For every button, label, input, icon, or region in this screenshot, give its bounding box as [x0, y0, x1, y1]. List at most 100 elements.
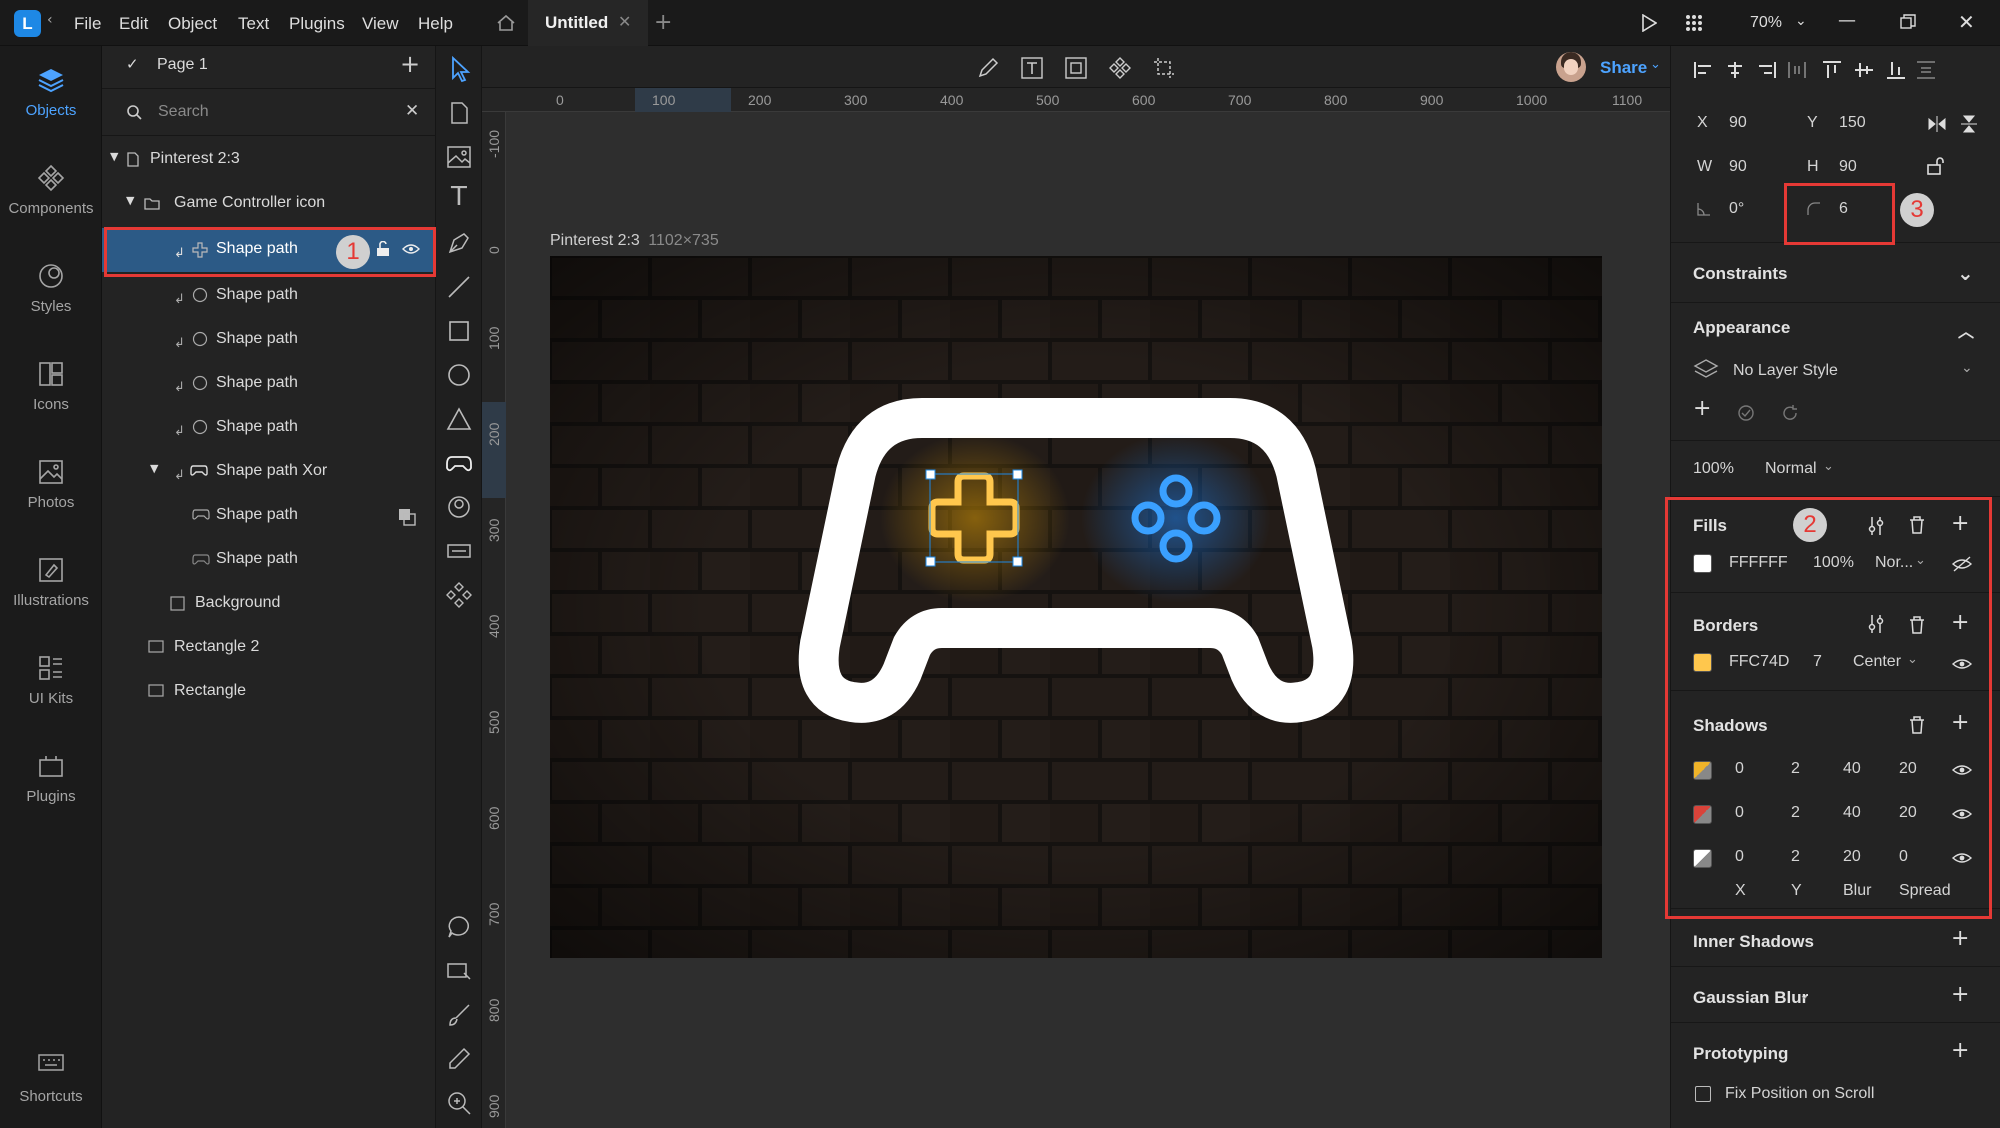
pen-tool-icon[interactable]	[444, 228, 474, 258]
new-tab-icon[interactable]: +	[654, 10, 672, 35]
restore-icon[interactable]	[1900, 14, 1916, 30]
add-prototype-icon[interactable]: +	[1951, 1038, 1969, 1063]
home-icon[interactable]	[496, 14, 516, 32]
fix-position-checkbox[interactable]	[1695, 1086, 1711, 1102]
x-input[interactable]: 90	[1729, 114, 1747, 132]
menu-object[interactable]: Object	[168, 14, 217, 34]
chevron-up-icon[interactable]: ︿	[1958, 318, 1974, 342]
nav-objects[interactable]: Objects	[0, 66, 102, 119]
triangle-tool-icon[interactable]	[444, 404, 474, 434]
layer-group[interactable]: ▼ Game Controller icon	[102, 184, 436, 222]
distribute-h-icon[interactable]	[1787, 62, 1807, 78]
expand-caret-icon[interactable]: ▼	[126, 194, 134, 207]
add-blur-icon[interactable]: +	[1951, 982, 1969, 1007]
align-middle-v-icon[interactable]	[1855, 60, 1873, 80]
align-left-icon[interactable]	[1693, 62, 1713, 78]
layer-item[interactable]: Shape path	[102, 496, 436, 534]
distribute-v-icon[interactable]	[1917, 60, 1935, 80]
nav-icons[interactable]: Icons	[0, 360, 102, 413]
nav-shortcuts[interactable]: Shortcuts	[0, 1052, 102, 1105]
share-chevron-icon[interactable]: ⌄	[1650, 57, 1661, 72]
expand-caret-icon[interactable]: ▼	[110, 150, 118, 163]
rectangle-tool-icon[interactable]	[444, 316, 474, 346]
frame-image-icon[interactable]	[1064, 56, 1088, 80]
w-input[interactable]: 90	[1729, 158, 1747, 176]
ellipse-tool-icon[interactable]	[444, 360, 474, 390]
close-window-icon[interactable]: ✕	[1958, 10, 1975, 34]
add-style-icon[interactable]: +	[1693, 396, 1711, 421]
comment-tool-icon[interactable]	[444, 912, 474, 942]
layer-item[interactable]: ↲ Shape path	[102, 320, 436, 358]
edit-pencil-icon[interactable]	[976, 56, 1000, 80]
component-tool-icon[interactable]	[444, 580, 474, 610]
button-tool-icon[interactable]	[444, 536, 474, 566]
layer-item-xor[interactable]: ▼ ↲ Shape path Xor	[102, 452, 436, 490]
app-logo-icon[interactable]: L	[14, 10, 41, 37]
play-icon[interactable]	[1641, 14, 1657, 32]
h-input[interactable]: 90	[1839, 158, 1857, 176]
chevron-left-icon[interactable]: ‹	[47, 12, 53, 28]
minimize-icon[interactable]: —	[1838, 10, 1856, 31]
rotation-input[interactable]: 0°	[1729, 200, 1744, 218]
layer-opacity[interactable]: 100%	[1693, 460, 1734, 478]
menu-view[interactable]: View	[362, 14, 399, 34]
text-tool-icon[interactable]: T	[444, 182, 474, 212]
chevron-down-icon[interactable]: ⌄	[1799, 988, 1810, 1003]
layer-item[interactable]: ↲ Shape path	[102, 364, 436, 402]
y-input[interactable]: 150	[1839, 114, 1866, 132]
layer-item[interactable]: Background	[102, 584, 436, 622]
nav-illustrations[interactable]: Illustrations	[0, 556, 102, 609]
brush-tool-icon[interactable]	[444, 1000, 474, 1030]
zoom-chevron-icon[interactable]: ⌄	[1795, 13, 1807, 29]
menu-file[interactable]: File	[74, 14, 101, 34]
artboard-canvas[interactable]	[550, 256, 1602, 958]
sync-style-icon[interactable]	[1737, 404, 1755, 422]
menu-text[interactable]: Text	[238, 14, 269, 34]
zoom-tool-icon[interactable]	[444, 1088, 474, 1118]
layer-style-select[interactable]: No Layer Style	[1733, 362, 1838, 380]
artboard-tool-icon[interactable]	[444, 98, 474, 128]
nav-plugins[interactable]: Plugins	[0, 752, 102, 805]
close-tab-icon[interactable]: ✕	[618, 12, 631, 31]
nav-ui-kits[interactable]: UI Kits	[0, 654, 102, 707]
crop-icon[interactable]	[1152, 56, 1176, 80]
text-box-icon[interactable]	[1020, 56, 1044, 80]
share-button[interactable]: Share	[1600, 58, 1647, 78]
align-bottom-icon[interactable]	[1887, 60, 1905, 80]
reset-style-icon[interactable]	[1781, 404, 1799, 422]
menu-plugins[interactable]: Plugins	[289, 14, 345, 34]
align-right-icon[interactable]	[1757, 62, 1777, 78]
align-top-icon[interactable]	[1823, 60, 1841, 80]
artboard-title[interactable]: Pinterest 2:3 1102×735	[550, 232, 719, 250]
nav-styles[interactable]: Styles	[0, 262, 102, 315]
layer-artboard[interactable]: ▼ Pinterest 2:3	[102, 140, 436, 178]
zoom-level[interactable]: 70%	[1750, 14, 1782, 32]
expand-caret-icon[interactable]: ▼	[150, 462, 158, 475]
layer-item[interactable]: ↲ Shape path	[102, 408, 436, 446]
layer-item[interactable]: ↲ Shape path	[102, 276, 436, 314]
menu-help[interactable]: Help	[418, 14, 453, 34]
align-center-h-icon[interactable]	[1725, 62, 1745, 78]
layer-item[interactable]: Rectangle 2	[102, 628, 436, 666]
boolean-op-icon[interactable]	[398, 508, 416, 526]
image-tool-icon[interactable]	[444, 142, 474, 172]
layer-item[interactable]: Shape path	[102, 540, 436, 578]
chevron-down-icon[interactable]: ⌄	[1823, 459, 1834, 474]
document-tab[interactable]: Untitled ✕	[528, 0, 648, 46]
add-inner-shadow-icon[interactable]: +	[1951, 926, 1969, 951]
gamepad-tool-icon[interactable]	[444, 448, 474, 478]
eyedropper-tool-icon[interactable]	[444, 1044, 474, 1074]
flip-vertical-icon[interactable]	[1961, 114, 1977, 134]
layer-search[interactable]: Search ✕	[102, 93, 436, 131]
page-selector[interactable]: ✓ Page 1 +	[102, 46, 436, 84]
layer-item[interactable]: Rectangle	[102, 672, 436, 710]
nav-photos[interactable]: Photos	[0, 458, 102, 511]
nav-components[interactable]: Components	[0, 164, 102, 217]
line-tool-icon[interactable]	[444, 272, 474, 302]
grid-icon[interactable]	[1685, 14, 1703, 32]
flip-horizontal-icon[interactable]	[1927, 116, 1947, 132]
constrain-proportions-icon[interactable]	[1927, 156, 1945, 176]
chevron-down-icon[interactable]: ⌄	[1961, 360, 1973, 376]
add-page-icon[interactable]: +	[400, 50, 420, 78]
blend-mode-select[interactable]: Normal	[1765, 460, 1817, 478]
